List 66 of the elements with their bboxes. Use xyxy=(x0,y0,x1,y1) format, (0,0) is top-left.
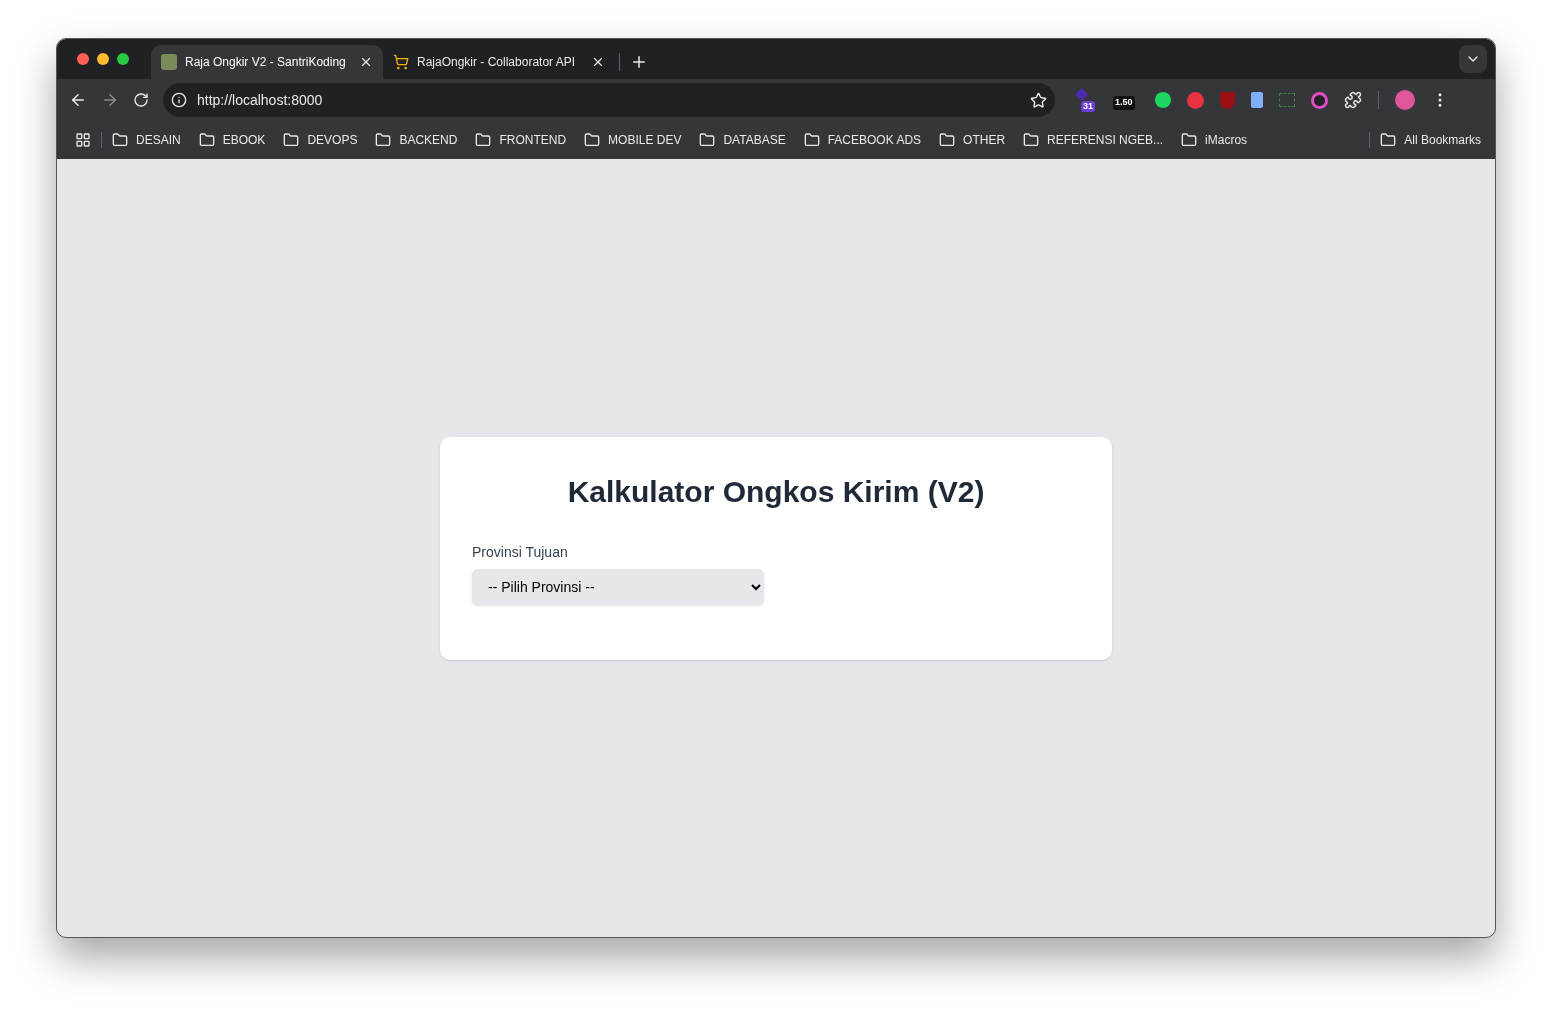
folder-icon xyxy=(475,132,492,148)
bookmark-label: iMacros xyxy=(1205,132,1248,149)
tab-title: Raja Ongkir V2 - SantriKoding xyxy=(185,54,347,71)
bookmark-label: DESAIN xyxy=(136,132,181,149)
bookmark-folder[interactable]: EBOOK xyxy=(198,131,266,149)
cart-icon xyxy=(393,54,409,70)
screen-frame-icon[interactable] xyxy=(1279,93,1295,107)
browser-tab[interactable]: RajaOngkir - Collaborator API xyxy=(383,45,615,79)
folder-icon xyxy=(283,132,300,148)
bookmark-label: EBOOK xyxy=(222,132,266,149)
card-title: Kalkulator Ongkos Kirim (V2) xyxy=(566,474,986,510)
field-label: Provinsi Tujuan xyxy=(472,543,569,562)
bookmark-folder[interactable]: MOBILE DEV xyxy=(584,131,682,149)
bookmark-label: FACEBOOK ADS xyxy=(827,132,922,149)
apps-icon[interactable] xyxy=(75,132,91,148)
folder-icon xyxy=(198,132,215,148)
profile-avatar[interactable] xyxy=(1395,90,1415,110)
province-select[interactable]: -- Pilih Provinsi -- xyxy=(472,569,764,605)
bookmark-label: REFERENSI NGEB... xyxy=(1047,132,1164,149)
folder-icon xyxy=(375,132,392,148)
extensions-icon[interactable] xyxy=(1344,91,1362,109)
extension-badge: 31 xyxy=(1081,101,1095,112)
bookmark-folder[interactable]: FACEBOOK ADS xyxy=(803,131,922,149)
maximize-window-icon[interactable] xyxy=(117,53,129,65)
bookmark-label: DEVOPS xyxy=(307,132,358,149)
site-info-icon[interactable] xyxy=(171,92,187,108)
bookmark-folder[interactable]: All Bookmarks xyxy=(1380,131,1481,149)
tab-title: RajaOngkir - Collaborator API xyxy=(417,54,577,71)
extension-badge: 1.50 xyxy=(1113,96,1135,110)
tab-favicon-icon xyxy=(161,54,177,70)
minimize-window-icon[interactable] xyxy=(97,53,109,65)
close-tab-icon[interactable] xyxy=(359,55,373,69)
folder-icon xyxy=(584,132,601,148)
folder-icon xyxy=(1023,132,1040,148)
folder-icon xyxy=(1380,132,1397,148)
folder-icon xyxy=(112,132,128,148)
new-tab-icon[interactable] xyxy=(630,53,648,71)
bookmark-star-icon[interactable] xyxy=(1030,91,1047,109)
bookmark-folder[interactable]: DESAIN xyxy=(112,131,181,149)
folder-icon xyxy=(699,132,716,148)
bookmark-folder[interactable]: iMacros xyxy=(1181,131,1248,149)
back-icon[interactable] xyxy=(69,91,87,109)
bookmark-label: FRONTEND xyxy=(499,132,567,149)
close-tab-icon[interactable] xyxy=(591,55,605,69)
tab-search-button[interactable] xyxy=(1459,45,1487,73)
forward-icon[interactable] xyxy=(101,91,119,109)
color-ring-icon[interactable] xyxy=(1311,91,1328,109)
folder-icon xyxy=(1181,132,1198,148)
bookmark-folder[interactable]: DATABASE xyxy=(699,131,786,149)
bookmark-folder[interactable]: FRONTEND xyxy=(475,131,567,149)
reload-icon[interactable] xyxy=(133,92,149,108)
close-window-icon[interactable] xyxy=(77,53,89,65)
folder-icon xyxy=(939,132,956,148)
bookmark-label: All Bookmarks xyxy=(1404,132,1481,149)
bookmark-label: OTHER xyxy=(963,132,1006,149)
url-text: http://localhost:8000 xyxy=(197,90,324,110)
bookmark-label: MOBILE DEV xyxy=(608,132,682,149)
bookmark-label: DATABASE xyxy=(723,132,786,149)
folder-icon xyxy=(803,132,820,148)
address-bar[interactable]: http://localhost:8000 xyxy=(163,83,1055,117)
bookmark-folder[interactable]: BACKEND xyxy=(375,131,458,149)
bookmark-folder[interactable]: OTHER xyxy=(939,131,1006,149)
browser-tab[interactable]: Raja Ongkir V2 - SantriKoding xyxy=(151,45,383,79)
bookmark-folder[interactable]: REFERENSI NGEB... xyxy=(1023,131,1164,149)
bookmark-folder[interactable]: DEVOPS xyxy=(283,131,358,149)
bookmark-label: BACKEND xyxy=(399,132,458,149)
